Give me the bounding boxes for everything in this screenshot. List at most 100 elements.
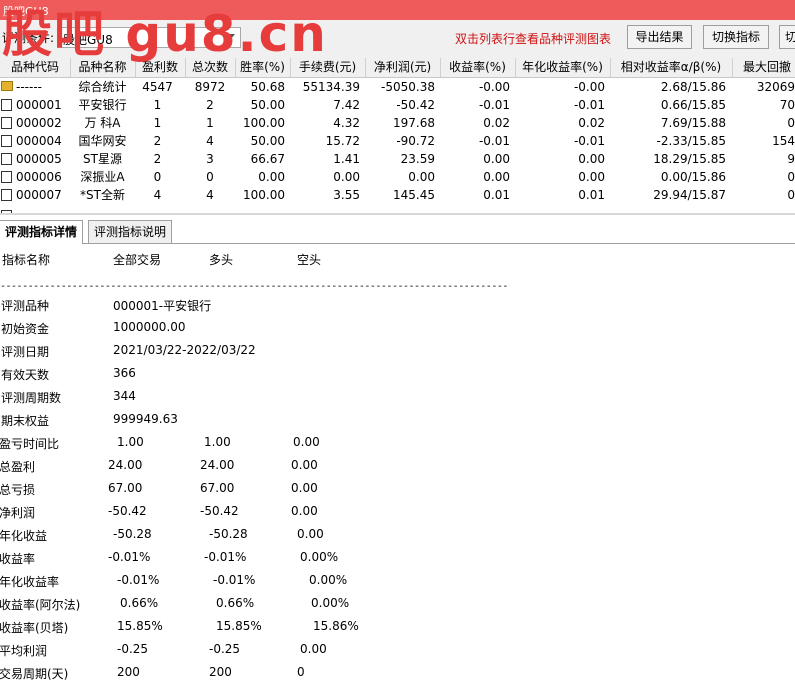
metric-label: 有效天数 <box>1 368 50 382</box>
window-title: 股吧GU8 <box>3 5 49 18</box>
col-header-code[interactable]: 品种代码 <box>0 58 71 77</box>
col-header-drawdown[interactable]: 最大回撤 <box>732 58 795 77</box>
splitter[interactable] <box>0 213 795 215</box>
title-bar: 股吧GU8 <box>0 0 795 20</box>
switch-indicator-button[interactable]: 切换指标 <box>703 25 769 49</box>
cell-relative: 18.29/15.85 <box>653 152 726 166</box>
cell-total: 4 <box>206 134 214 148</box>
cell-rate: 66.67 <box>250 152 285 166</box>
summary-icon <box>1 81 13 91</box>
cell-name: ST星源 <box>83 152 122 166</box>
table-row-summary[interactable]: ------ 综合统计 4547 8972 50.68 55134.39 -5050.38 -… <box>0 78 795 96</box>
cell-total: 4 <box>206 188 214 202</box>
metric-short: 15.86% <box>313 619 359 633</box>
folder-icon <box>1 189 12 201</box>
metric-value: 366 <box>113 366 136 380</box>
cell-drawdown: 9 <box>787 152 795 166</box>
col-header-fee[interactable]: 手续费(元) <box>290 58 366 77</box>
cell-fee: 55134.39 <box>302 80 360 94</box>
condition-label: 评测条件: <box>2 31 55 45</box>
tab-description[interactable]: 评测指标说明 <box>88 220 173 243</box>
export-button[interactable]: 导出结果 <box>627 25 692 49</box>
metric-all: 15.85% <box>117 619 163 633</box>
metric-short: 0.00% <box>311 596 350 610</box>
col-header-relative[interactable]: 相对收益率α/β(%) <box>610 58 733 77</box>
cell-drawdown: 70 <box>779 98 795 112</box>
metric-long: -50.42 <box>200 504 239 518</box>
metric-label: 年化收益 <box>0 529 48 543</box>
cell-fee: 1.41 <box>333 152 360 166</box>
col-header-rate[interactable]: 胜率(%) <box>235 58 291 77</box>
metric-value: 344 <box>113 389 136 403</box>
condition-value: 股吧GU8 <box>63 33 113 47</box>
metric-short: 0.00 <box>291 504 318 518</box>
results-table: 品种代码 品种名称 盈利数 总次数 胜率(%) 手续费(元) 净利润(元) 收益… <box>0 58 795 214</box>
col-header-annual[interactable]: 年化收益率(%) <box>515 58 611 77</box>
metric-short: 0.00 <box>293 435 320 449</box>
cell-win: 4 <box>153 188 162 202</box>
metric-label: 年化收益率 <box>0 575 60 589</box>
extra-button[interactable]: 切 <box>779 25 795 49</box>
metric-long: 67.00 <box>200 481 235 495</box>
col-header-return[interactable]: 收益率(%) <box>440 58 516 77</box>
cell-total: 2 <box>206 98 214 112</box>
metric-label: 收益率 <box>0 552 36 566</box>
metric-long: 0.66% <box>216 596 255 610</box>
metric-short: 0.00% <box>300 550 339 564</box>
table-row[interactable]: 000005 ST星源 2 3 66.67 1.41 23.59 0.00 0.00 18.29/… <box>0 150 795 168</box>
metric-label: 总盈利 <box>0 460 36 474</box>
cell-profit: 145.45 <box>393 188 435 202</box>
cell-annual: 0.01 <box>578 188 605 202</box>
cell-name: 万 科A <box>84 116 121 130</box>
cell-total: 8972 <box>194 80 226 94</box>
table-row[interactable]: 000007 *ST全新 4 4 100.00 3.55 145.45 0.01 0.01 29.… <box>0 186 795 204</box>
metric-long: 200 <box>209 665 232 679</box>
col-header-total[interactable]: 总次数 <box>185 58 236 77</box>
cell-drawdown: 0 <box>787 170 795 184</box>
detail-header-short: 空头 <box>297 253 322 267</box>
detail-header-long: 多头 <box>209 253 234 267</box>
cell-relative: 29.94/15.87 <box>653 188 726 202</box>
cell-fee: 3.55 <box>333 188 360 202</box>
table-row[interactable]: 000006 深振业A 0 0 0.00 0.00 0.00 0.00 0.00 0.00/15.… <box>0 168 795 186</box>
cell-relative: 0.66/15.85 <box>660 98 726 112</box>
cell-annual: 0.00 <box>578 170 605 184</box>
cell-total: 1 <box>206 116 214 130</box>
metric-all: -50.42 <box>108 504 147 518</box>
detail-separator: ----------------------------------------… <box>0 281 508 292</box>
table-row[interactable]: 000004 国华网安 2 4 50.00 15.72 -90.72 -0.01 -0.01 -2… <box>0 132 795 150</box>
cell-drawdown: 0 <box>787 116 795 130</box>
cell-profit: -50.42 <box>396 98 435 112</box>
metric-long: -0.01% <box>213 573 256 587</box>
col-header-profit[interactable]: 净利润(元) <box>365 58 441 77</box>
cell-profit: 197.68 <box>393 116 435 130</box>
cell-fee: 7.42 <box>333 98 360 112</box>
folder-icon <box>1 117 12 129</box>
tab-detail[interactable]: 评测指标详情 <box>0 220 84 244</box>
detail-panel: 指标名称 全部交易 多头 空头 ------------------------… <box>0 244 795 681</box>
cell-annual: -0.00 <box>573 80 605 94</box>
table-row[interactable]: 000002 万 科A 1 1 100.00 4.32 197.68 0.02 0.02 7.69… <box>0 114 795 132</box>
cell-total: 0 <box>206 170 214 184</box>
cell-relative: 7.69/15.88 <box>660 116 726 130</box>
metric-label: 初始资金 <box>1 322 50 336</box>
cell-annual: -0.01 <box>573 98 605 112</box>
cell-rate: 100.00 <box>243 188 285 202</box>
metric-long: -0.01% <box>204 550 247 564</box>
tab-bar: 评测指标详情 评测指标说明 <box>0 219 795 244</box>
cell-name: 综合统计 <box>78 80 127 94</box>
metric-long: 15.85% <box>216 619 262 633</box>
toolbar: 评测条件: 股吧GU8 双击列表行查看品种评测图表 导出结果 切换指标 切 <box>0 20 795 58</box>
col-header-name[interactable]: 品种名称 <box>70 58 136 77</box>
metric-label: 评测日期 <box>1 345 50 359</box>
metric-short: 0.00 <box>297 527 324 541</box>
condition-select[interactable]: 股吧GU8 <box>57 27 241 48</box>
cell-return: 0.00 <box>483 152 510 166</box>
col-header-win[interactable]: 盈利数 <box>135 58 186 77</box>
cell-profit: 0.00 <box>408 170 435 184</box>
cell-fee: 0.00 <box>333 170 360 184</box>
table-header: 品种代码 品种名称 盈利数 总次数 胜率(%) 手续费(元) 净利润(元) 收益… <box>0 58 795 78</box>
cell-total: 3 <box>206 152 214 166</box>
table-row[interactable]: 000001 平安银行 1 2 50.00 7.42 -50.42 -0.01 -0.01 0.6… <box>0 96 795 114</box>
metric-short: 0.00 <box>300 642 327 656</box>
